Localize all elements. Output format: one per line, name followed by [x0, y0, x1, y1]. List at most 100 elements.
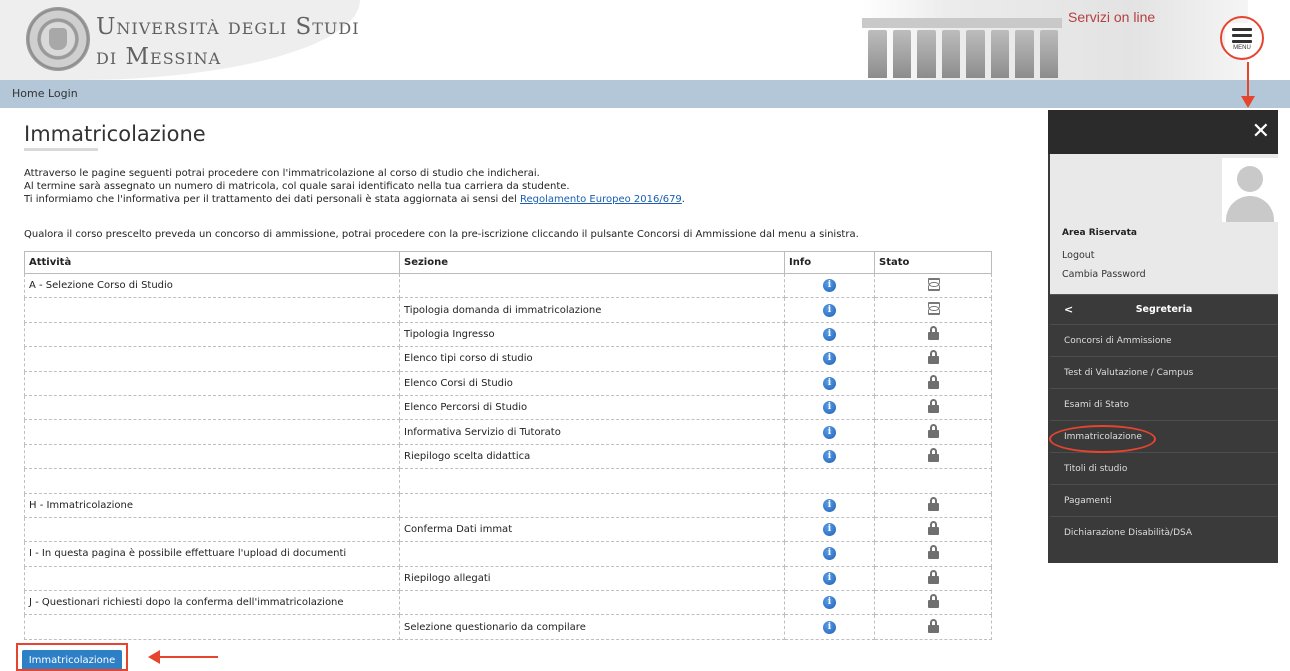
- cell-sezione: Elenco Percorsi di Studio: [399, 394, 785, 421]
- cell-sezione: Elenco tipi corso di studio: [399, 346, 785, 372]
- info-icon[interactable]: i: [823, 449, 836, 463]
- cell-info: i: [784, 516, 875, 543]
- menu-item-esami-di-stato[interactable]: Esami di Stato: [1050, 388, 1278, 420]
- info-icon[interactable]: i: [823, 376, 836, 390]
- cell-sezione: Tipologia Ingresso: [399, 321, 785, 348]
- table-row: Riepilogo allegati i: [24, 565, 992, 592]
- info-icon[interactable]: i: [823, 327, 836, 341]
- cell-sezione: [399, 468, 785, 494]
- close-icon[interactable]: ✕: [1252, 119, 1270, 144]
- annotation-arrow-down: [1241, 62, 1255, 108]
- cell-info: [784, 468, 875, 494]
- cell-sezione: Riepilogo allegati: [399, 565, 785, 592]
- nav-login-link[interactable]: Login: [48, 87, 78, 100]
- lock-icon: [927, 496, 939, 511]
- info-icon[interactable]: i: [823, 523, 836, 537]
- intro-line-1: Attraverso le pagine seguenti potrai pro…: [24, 168, 540, 179]
- header-attivita: Attività: [24, 251, 400, 274]
- immatricolazione-button[interactable]: Immatricolazione: [22, 650, 122, 671]
- cell-info: i: [784, 394, 875, 421]
- cell-info: i: [784, 419, 875, 445]
- info-icon[interactable]: i: [823, 547, 836, 561]
- cell-sezione: [399, 492, 785, 518]
- cell-info: i: [784, 321, 875, 348]
- university-seal-logo[interactable]: [26, 7, 90, 71]
- cell-info: i: [784, 272, 875, 299]
- cell-stato: [874, 492, 992, 518]
- cell-attivita: [24, 443, 400, 470]
- cell-sezione: Conferma Dati immat: [399, 516, 785, 543]
- cell-stato: [874, 516, 992, 543]
- lock-icon: [927, 399, 939, 414]
- segreteria-header[interactable]: < Segreteria: [1050, 294, 1278, 324]
- admission-note: Qualora il corso prescelto preveda un co…: [24, 229, 859, 240]
- cell-info: i: [784, 614, 875, 640]
- info-icon[interactable]: i: [823, 620, 836, 634]
- table-row: Informativa Servizio di Tutorato i: [24, 419, 992, 445]
- cell-attivita: I - In questa pagina è possibile effettu…: [24, 541, 400, 567]
- logout-link[interactable]: Logout: [1062, 250, 1095, 261]
- info-icon[interactable]: i: [823, 279, 836, 293]
- cell-stato: [874, 321, 992, 348]
- cell-attivita: [24, 614, 400, 640]
- cell-sezione: Riepilogo scelta didattica: [399, 443, 785, 470]
- activities-table: Attività Sezione Info Stato A - Selezion…: [24, 251, 992, 640]
- cell-info: i: [784, 541, 875, 567]
- info-icon[interactable]: i: [823, 498, 836, 512]
- info-icon[interactable]: i: [823, 596, 836, 610]
- cell-attivita: A - Selezione Corso di Studio: [24, 272, 400, 299]
- table-row: A - Selezione Corso di Studio i: [24, 272, 992, 299]
- nav-bar: Home Login: [0, 80, 1290, 108]
- cell-stato: [874, 565, 992, 592]
- menu-button[interactable]: MENU: [1225, 23, 1259, 57]
- info-icon[interactable]: i: [823, 571, 836, 585]
- cell-attivita: [24, 516, 400, 543]
- servizi-online-label: Servizi on line: [1068, 9, 1156, 25]
- segreteria-title: Segreteria: [1135, 304, 1193, 315]
- table-row: Elenco tipi corso di studio i: [24, 346, 992, 372]
- cell-stato: [874, 272, 992, 299]
- table-row: Elenco Corsi di Studio i: [24, 370, 992, 396]
- info-icon[interactable]: i: [823, 352, 836, 366]
- university-name[interactable]: Università degli Studi di Messina: [96, 12, 360, 72]
- university-name-line1: Università degli Studi: [96, 14, 360, 40]
- hourglass-icon: [928, 302, 940, 316]
- menu-item-dichiarazione-disabilit-dsa[interactable]: Dichiarazione Disabilità/DSA: [1050, 516, 1278, 548]
- lock-icon: [927, 350, 939, 365]
- change-password-link[interactable]: Cambia Password: [1062, 269, 1146, 280]
- info-icon[interactable]: i: [823, 425, 836, 439]
- avatar: [1222, 158, 1278, 222]
- hourglass-icon: [928, 277, 940, 291]
- table-row: [24, 468, 992, 494]
- cell-stato: [874, 370, 992, 396]
- menu-item-immatricolazione[interactable]: Immatricolazione: [1050, 420, 1278, 452]
- cell-stato: [874, 419, 992, 445]
- menu-item-titoli-di-studio[interactable]: Titoli di studio: [1050, 452, 1278, 484]
- cell-stato: [874, 468, 992, 494]
- menu-label: MENU: [1233, 45, 1251, 51]
- info-icon[interactable]: i: [823, 401, 836, 415]
- cell-info: i: [784, 346, 875, 372]
- cell-sezione: [399, 541, 785, 567]
- cell-info: i: [784, 565, 875, 592]
- lock-icon: [927, 545, 939, 560]
- lock-icon: [927, 569, 939, 584]
- intro-line-3-text: Ti informiamo che l'informativa per il t…: [24, 194, 520, 205]
- cell-attivita: [24, 321, 400, 348]
- table-row: Selezione questionario da compilare i: [24, 614, 992, 640]
- cell-attivita: [24, 346, 400, 372]
- info-icon[interactable]: i: [823, 303, 836, 317]
- menu-item-concorsi-di-ammissione[interactable]: Concorsi di Ammissione: [1050, 324, 1278, 356]
- cell-stato: [874, 297, 992, 323]
- table-header-row: Attività Sezione Info Stato: [24, 251, 992, 274]
- menu-item-test-di-valutazione-campus[interactable]: Test di Valutazione / Campus: [1050, 356, 1278, 388]
- annotation-arrow-left: [148, 650, 218, 664]
- menu-item-pagamenti[interactable]: Pagamenti: [1050, 484, 1278, 516]
- regolamento-link[interactable]: Regolamento Europeo 2016/679: [520, 194, 682, 205]
- nav-home-link[interactable]: Home: [12, 87, 44, 100]
- cell-sezione: Informativa Servizio di Tutorato: [399, 419, 785, 445]
- table-row: J - Questionari richiesti dopo la confer…: [24, 590, 992, 616]
- cell-stato: [874, 346, 992, 372]
- cell-attivita: H - Immatricolazione: [24, 492, 400, 518]
- cell-sezione: [399, 272, 785, 299]
